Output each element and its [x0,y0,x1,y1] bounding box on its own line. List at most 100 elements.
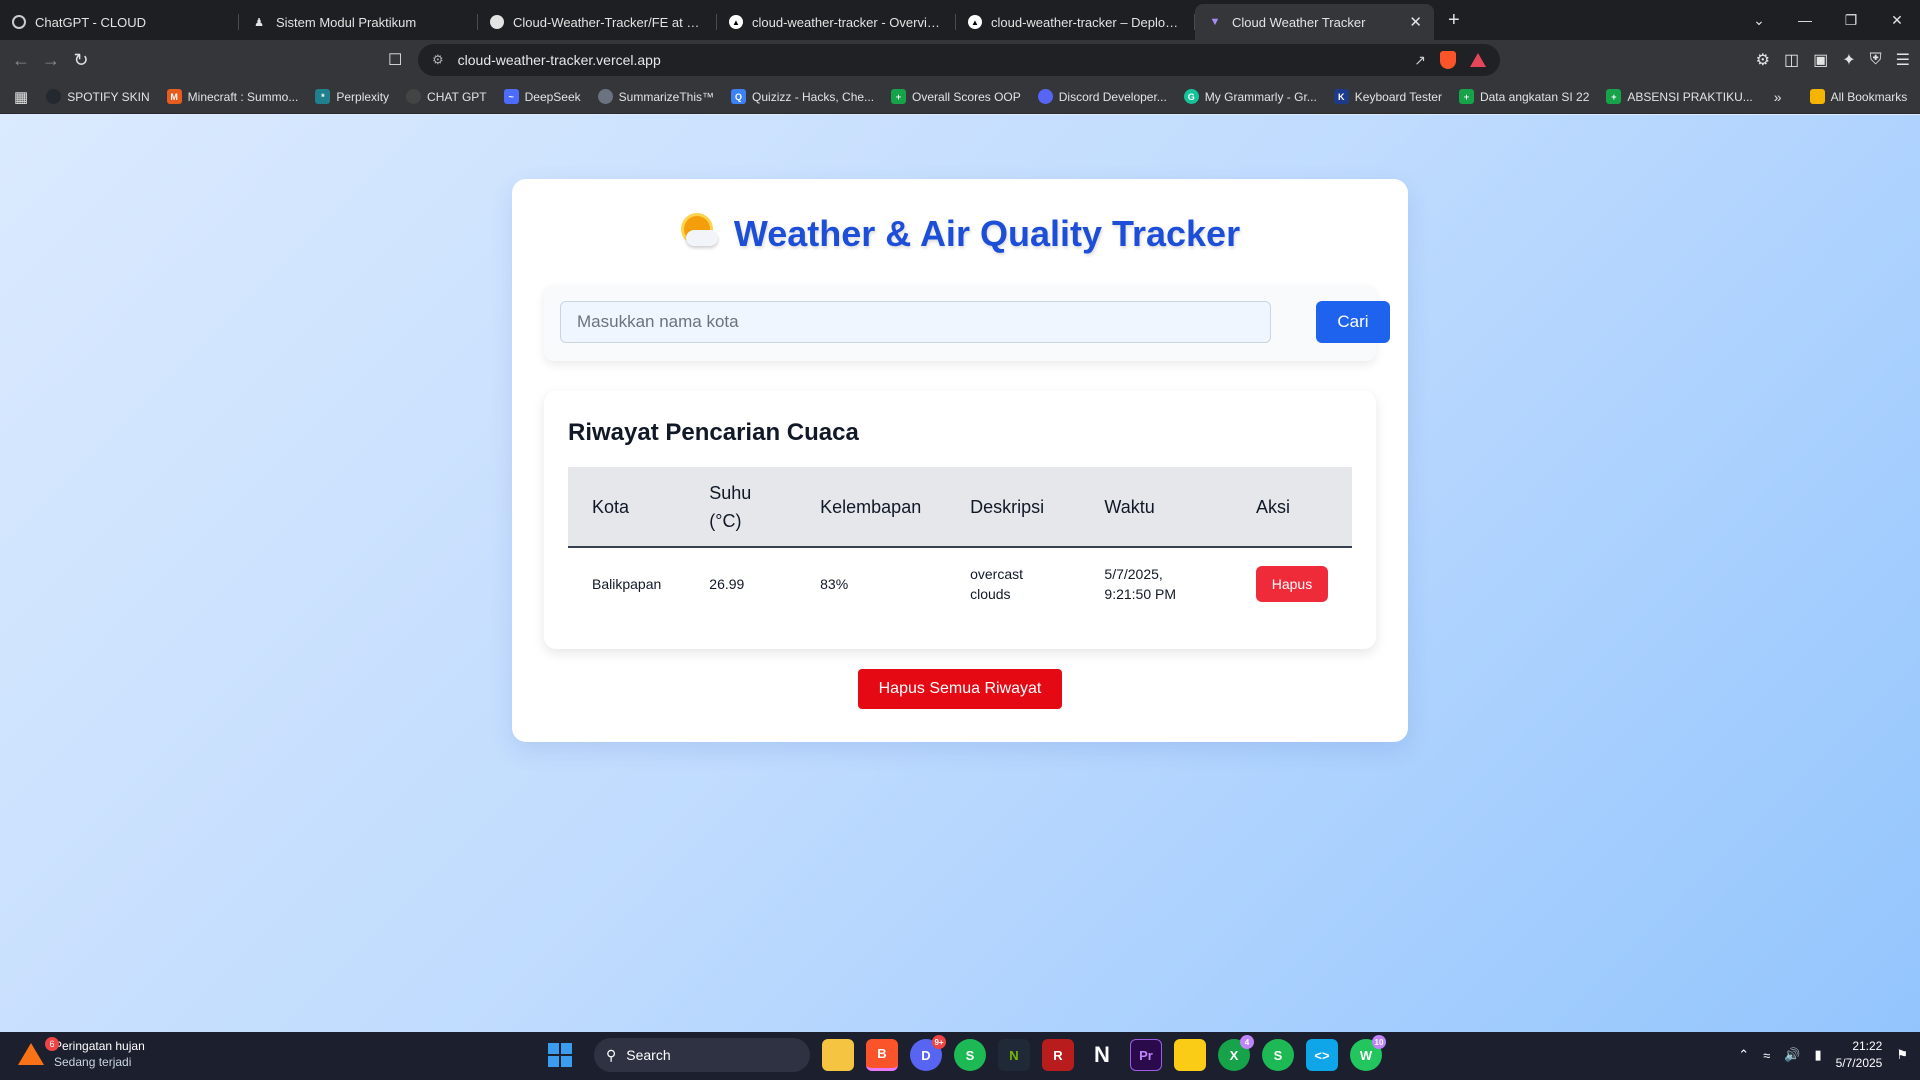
windows-taskbar: 6 Peringatan hujan Sedang terjadi ⚲ Sear… [0,1032,1920,1080]
page-title-text: Weather & Air Quality Tracker [733,213,1241,254]
tab-search-icon[interactable]: ⌄ [1736,12,1782,29]
vpn-icon[interactable]: ⛨ [1870,51,1882,69]
summarize-icon [597,89,613,104]
discord-icon [1037,89,1053,104]
column-header-kelembapan: Kelembapan [796,467,947,548]
restore-button[interactable]: ❐ [1828,12,1874,29]
search-icon: ⚲ [606,1046,617,1063]
tab-sistem-modul[interactable]: ♟ Sistem Modul Praktikum [239,6,478,38]
xbox-badge: 4 [1240,1035,1254,1049]
column-header-suhu: Suhu (°C) [685,467,797,548]
clock[interactable]: 21:22 5/7/2025 [1836,1038,1883,1072]
column-header-deskripsi: Deskripsi [946,467,1081,548]
reload-button[interactable]: ↻ [66,50,96,71]
cell-waktu: 5/7/2025, 9:21:50 PM [1104,565,1177,602]
search-button[interactable]: Cari [1316,301,1390,343]
game-app-icon[interactable]: R [1042,1039,1074,1071]
tab-chatgpt[interactable]: ChatGPT - CLOUD [0,6,239,38]
vite-icon: ▼ [1209,16,1221,28]
wallet-icon[interactable]: ▣ [1813,50,1828,70]
sheets-icon: + [1606,89,1622,104]
spotify-icon[interactable]: S [954,1039,986,1071]
brave-rewards-icon[interactable] [1470,53,1486,67]
vscode-icon[interactable]: <> [1306,1039,1338,1071]
system-tray: ⌃ ≈ 🔊 ▮ 21:22 5/7/2025 ⚑ [1738,1038,1908,1072]
bookmark-item[interactable]: M Minecraft : Summo... [166,89,298,104]
tab-vercel-deployments[interactable]: ▲ cloud-weather-tracker – Deploymen [956,6,1195,38]
back-button[interactable]: ← [6,50,36,71]
weather-widget[interactable]: 6 Peringatan hujan Sedang terjadi [18,1037,145,1070]
bookmark-item[interactable]: SummarizeThis™ [597,89,714,104]
site-settings-icon[interactable]: ⚙ [432,52,444,68]
bookmark-item[interactable]: + ABSENSI PRAKTIKU... [1606,89,1753,104]
url-text[interactable]: cloud-weather-tracker.vercel.app [458,52,1415,68]
minecraft-icon: M [166,89,182,104]
extensions-icon[interactable]: ⚙ [1756,50,1770,70]
city-search-input[interactable] [560,301,1271,343]
toolbar-actions: ⚙ ◫ ▣ ✦ ⛨ ☰ [1756,40,1910,80]
xbox-icon[interactable]: X4 [1218,1035,1254,1071]
discord-icon[interactable]: D 9+ [910,1035,946,1071]
battery-icon[interactable]: ▮ [1814,1047,1821,1063]
column-header-waktu: Waktu [1080,467,1232,548]
tab-github[interactable]: Cloud-Weather-Tracker/FE at main [478,6,717,38]
bookmark-item[interactable]: + Overall Scores OOP [891,89,1021,104]
window-controls: ⌄ — ❐ ✕ [1736,0,1920,40]
notification-bell-icon[interactable]: ⚑ [1896,1047,1908,1063]
bookmark-item[interactable]: K Keyboard Tester [1333,89,1442,104]
close-icon[interactable]: ✕ [1409,13,1422,31]
file-explorer-icon[interactable] [822,1039,854,1071]
cell-suhu: 26.99 [709,575,745,592]
quizizz-icon: Q [731,89,747,104]
share-icon[interactable]: ↗ [1414,52,1426,69]
bookmark-item[interactable]: G My Grammarly - Gr... [1183,89,1317,104]
taskbar-search[interactable]: ⚲ Search [594,1038,810,1072]
clear-all-history-button[interactable]: Hapus Semua Riwayat [858,669,1062,709]
bookmark-item[interactable]: CHAT GPT [406,89,487,104]
bookmark-icon[interactable]: ☐ [388,50,402,70]
sidebar-icon[interactable]: ◫ [1784,50,1799,70]
bookmark-item[interactable]: + Data angkatan SI 22 [1458,89,1589,104]
table-header-row: Kota Suhu (°C) Kelembapan Deskripsi Wakt… [568,467,1352,548]
spotify-icon[interactable]: S [1262,1039,1294,1071]
address-bar[interactable]: ⚙ cloud-weather-tracker.vercel.app ↗ [418,44,1500,76]
brave-browser-icon[interactable]: B [866,1039,898,1071]
premiere-pro-icon[interactable]: Pr [1130,1039,1162,1071]
delete-row-button[interactable]: Hapus [1255,565,1328,602]
taskbar-apps: ⚲ Search B D 9+ S N R N Pr X4 S <> W 10 [548,1035,1386,1072]
notion-icon[interactable]: N [1086,1039,1118,1071]
tab-cloud-weather-tracker[interactable]: ▼ Cloud Weather Tracker ✕ [1195,4,1434,40]
chevron-up-icon[interactable]: ⌃ [1738,1047,1749,1063]
nvidia-icon[interactable]: N [998,1039,1030,1071]
windows-start-icon[interactable] [548,1043,572,1067]
bookmark-item[interactable]: Q Quizizz - Hacks, Che... [731,89,874,104]
menu-icon[interactable]: ☰ [1896,50,1910,70]
history-table: Kota Suhu (°C) Kelembapan Deskripsi Wakt… [568,467,1352,619]
bookmark-item[interactable]: ~ DeepSeek [503,89,581,104]
notification-badge: 6 [45,1037,59,1051]
all-bookmarks[interactable]: All Bookmarks [1809,89,1907,104]
page-title: Weather & Air Quality Tracker [512,213,1408,255]
brave-shields-icon[interactable] [1440,51,1456,69]
browser-toolbar: ← → ↻ ☐ ⚙ cloud-weather-tracker.vercel.a… [0,40,1920,80]
clock-time: 21:22 [1852,1039,1883,1053]
tab-vercel-overview[interactable]: ▲ cloud-weather-tracker - Overview - [717,6,956,38]
whatsapp-icon[interactable]: W 10 [1350,1035,1386,1071]
wifi-icon[interactable]: ≈ [1763,1048,1770,1063]
bookmark-item[interactable]: SPOTIFY SKIN [46,89,150,104]
bookmark-item[interactable]: Discord Developer... [1037,89,1167,104]
perplexity-icon: * [315,89,331,104]
weather-subtitle: Sedang terjadi [54,1055,132,1069]
close-window-button[interactable]: ✕ [1874,12,1920,29]
bookmark-item[interactable]: * Perplexity [315,89,389,104]
sticky-notes-icon[interactable] [1174,1039,1206,1071]
more-bookmarks-icon[interactable]: » [1774,89,1782,105]
minimize-button[interactable]: — [1782,12,1828,28]
whatsapp-badge: 10 [1372,1035,1386,1049]
leo-ai-icon[interactable]: ✦ [1842,50,1855,70]
clock-date: 5/7/2025 [1835,1056,1883,1070]
forward-button[interactable]: → [36,50,66,71]
new-tab-button[interactable]: + [1448,9,1460,32]
apps-grid-icon[interactable]: ▦ [14,88,28,106]
volume-icon[interactable]: 🔊 [1784,1047,1800,1063]
